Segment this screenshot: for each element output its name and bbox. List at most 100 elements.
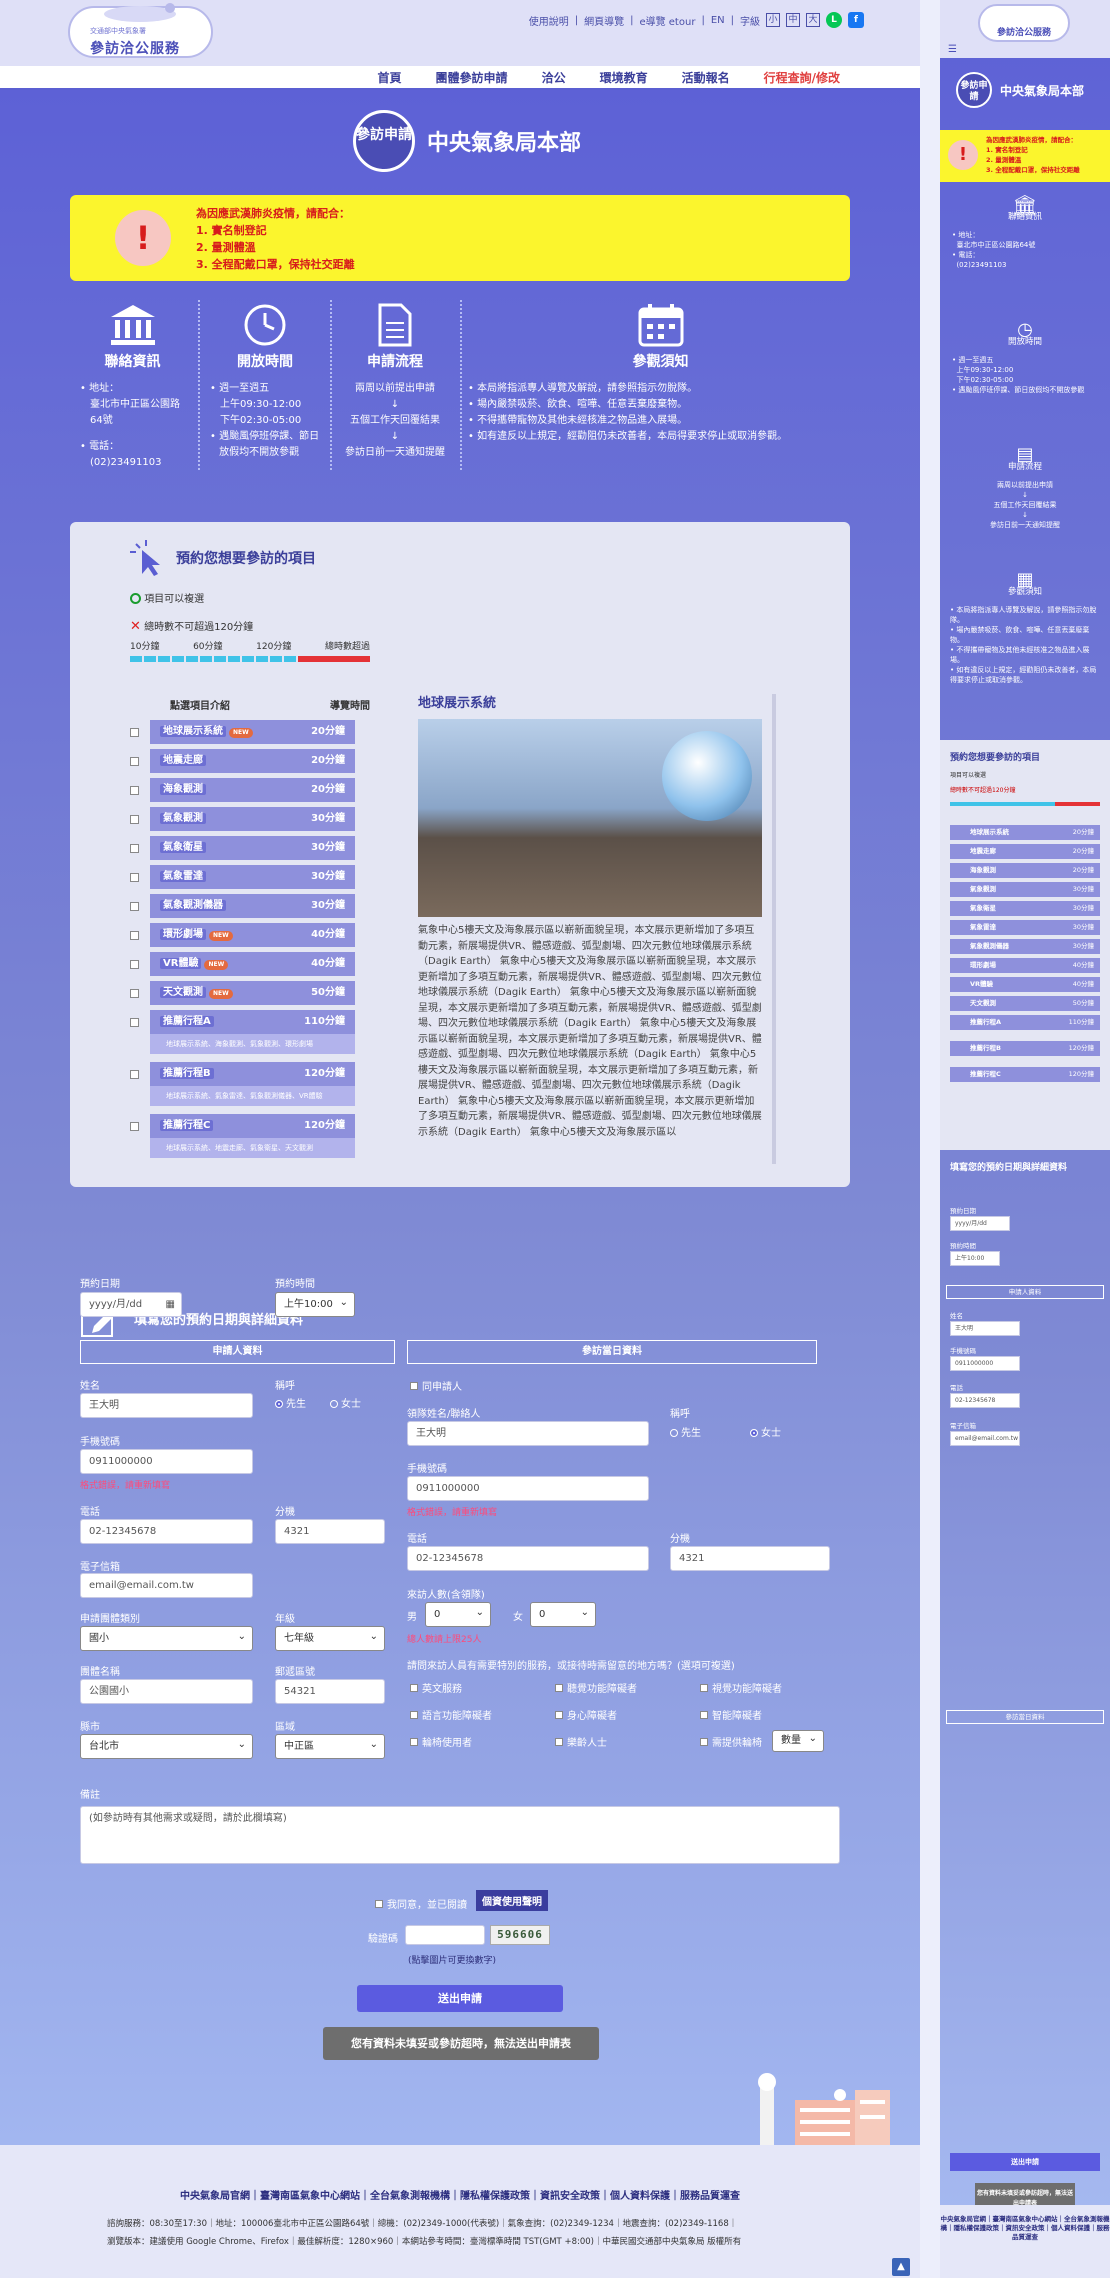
remark-textarea[interactable]: (如參訪時有其他需求或疑問，請於此欄填寫) bbox=[80, 1806, 840, 1864]
mobile-project-row[interactable]: 地震走廊 20分鐘 bbox=[950, 844, 1100, 859]
hamburger-icon[interactable]: ☰ bbox=[948, 44, 957, 55]
nav-home[interactable]: 首頁 bbox=[378, 69, 402, 86]
project-label[interactable]: 海象觀測 20分鐘 bbox=[150, 778, 355, 802]
mobile-project-row[interactable]: 海象觀測 20分鐘 bbox=[950, 863, 1100, 878]
project-checkbox[interactable] bbox=[130, 728, 139, 737]
mobile-project-row[interactable]: 天文觀測 50分鐘 bbox=[950, 996, 1100, 1011]
site-logo[interactable]: 交通部中央氣象署 參訪洽公服務 bbox=[68, 3, 213, 58]
radio-female[interactable]: 女士 bbox=[330, 1395, 361, 1410]
project-checkbox[interactable] bbox=[130, 757, 139, 766]
back-to-top-icon[interactable]: ▲ bbox=[892, 2258, 910, 2276]
project-checkbox[interactable] bbox=[130, 1018, 139, 1027]
project-label[interactable]: 氣象觀測儀器 30分鐘 bbox=[150, 894, 355, 918]
mobile-project-row[interactable]: 推薦行程C 120分鐘 bbox=[950, 1067, 1100, 1082]
city-select[interactable]: 台北市 bbox=[80, 1733, 253, 1759]
time-select[interactable]: 上午10:00 bbox=[275, 1291, 355, 1317]
project-row[interactable]: 推薦行程A 110分鐘 地球展示系統、海象觀測、氣象觀測、環形劇場 bbox=[130, 1010, 355, 1054]
footer-links[interactable]: 中央氣象局官網｜臺灣南區氣象中心網站｜全台氣象測報機構｜隱私權保護政策｜資訊安全… bbox=[0, 2187, 920, 2202]
mobile-footer[interactable]: 中央氣象局官網｜臺灣南區氣象中心網站｜全台氣象測報機構｜隱私權保護政策｜資訊安全… bbox=[940, 2205, 1110, 2278]
captcha-image[interactable]: 596606 bbox=[490, 1925, 550, 1945]
mobile-time-select[interactable]: 上午10:00 bbox=[950, 1251, 1000, 1266]
project-label[interactable]: 推薦行程A 110分鐘 bbox=[150, 1010, 355, 1034]
facebook-icon[interactable]: f bbox=[848, 12, 864, 28]
mobile-email-input[interactable]: email@email.com.tw bbox=[950, 1431, 1020, 1446]
mobile-project-row[interactable]: 地球展示系統 20分鐘 bbox=[950, 825, 1100, 840]
ext-input[interactable]: 4321 bbox=[275, 1519, 385, 1544]
special-service-checkbox[interactable]: 身心障礙者 bbox=[555, 1707, 617, 1722]
special-service-checkbox[interactable]: 語言功能障礙者 bbox=[410, 1707, 492, 1722]
mobile-project-row[interactable]: 環形劇場 40分鐘 bbox=[950, 958, 1100, 973]
submit-button[interactable]: 送出申請 bbox=[357, 1985, 563, 2012]
mobile-project-row[interactable]: VR體驗 40分鐘 bbox=[950, 977, 1100, 992]
nav-events[interactable]: 活動報名 bbox=[682, 69, 730, 86]
project-checkbox[interactable] bbox=[130, 844, 139, 853]
project-label[interactable]: 推薦行程B 120分鐘 bbox=[150, 1062, 355, 1086]
project-label[interactable]: 氣象觀測 30分鐘 bbox=[150, 807, 355, 831]
leader-mobile-input[interactable]: 0911000000 bbox=[407, 1476, 649, 1501]
mobile-date-input[interactable]: yyyy/月/dd bbox=[950, 1216, 1010, 1231]
font-large-button[interactable]: 大 bbox=[806, 13, 820, 27]
project-label[interactable]: VR體驗 NEW 40分鐘 bbox=[150, 952, 355, 976]
project-checkbox[interactable] bbox=[130, 786, 139, 795]
leader-radio-female[interactable]: 女士 bbox=[750, 1424, 781, 1439]
leader-radio-male[interactable]: 先生 bbox=[670, 1424, 701, 1439]
special-service-checkbox[interactable]: 樂齡人士 bbox=[555, 1734, 607, 1749]
font-medium-button[interactable]: 中 bbox=[786, 13, 800, 27]
project-checkbox[interactable] bbox=[130, 1070, 139, 1079]
project-label[interactable]: 地震走廊 20分鐘 bbox=[150, 749, 355, 773]
mobile-input[interactable]: 0911000000 bbox=[80, 1449, 253, 1474]
same-as-checkbox[interactable]: 同申請人 bbox=[410, 1378, 462, 1393]
project-row[interactable]: 地球展示系統 NEW 20分鐘 bbox=[130, 720, 355, 744]
toplink-en[interactable]: EN bbox=[711, 15, 725, 26]
project-row[interactable]: VR體驗 NEW 40分鐘 bbox=[130, 952, 355, 976]
mobile-project-row[interactable]: 推薦行程A 110分鐘 bbox=[950, 1015, 1100, 1030]
special-service-checkbox[interactable]: 視覺功能障礙者 bbox=[700, 1680, 782, 1695]
project-row[interactable]: 氣象觀測 30分鐘 bbox=[130, 807, 355, 831]
project-label[interactable]: 天文觀測 NEW 50分鐘 bbox=[150, 981, 355, 1005]
name-input[interactable]: 王大明 bbox=[80, 1393, 253, 1418]
captcha-input[interactable] bbox=[405, 1925, 485, 1945]
nav-group-visit[interactable]: 團體參訪申請 bbox=[436, 69, 508, 86]
male-count-select[interactable]: 0 bbox=[425, 1601, 491, 1627]
mobile-submit-button[interactable]: 送出申請 bbox=[950, 2153, 1100, 2171]
project-checkbox[interactable] bbox=[130, 989, 139, 998]
leader-input[interactable]: 王大明 bbox=[407, 1421, 649, 1446]
radio-male[interactable]: 先生 bbox=[275, 1395, 306, 1410]
project-row[interactable]: 地震走廊 20分鐘 bbox=[130, 749, 355, 773]
special-service-checkbox[interactable]: 智能障礙者 bbox=[700, 1707, 762, 1722]
project-label[interactable]: 氣象雷達 30分鐘 bbox=[150, 865, 355, 889]
district-select[interactable]: 中正區 bbox=[275, 1733, 385, 1759]
font-small-button[interactable]: 小 bbox=[766, 13, 780, 27]
project-row[interactable]: 推薦行程B 120分鐘 地球展示系統、氣象雷達、氣象觀測儀器、VR體驗 bbox=[130, 1062, 355, 1106]
leader-phone-input[interactable]: 02-12345678 bbox=[407, 1546, 649, 1571]
nav-env-edu[interactable]: 環境教育 bbox=[600, 69, 648, 86]
female-count-select[interactable]: 0 bbox=[530, 1601, 596, 1627]
project-row[interactable]: 海象觀測 20分鐘 bbox=[130, 778, 355, 802]
nav-business[interactable]: 洽公 bbox=[542, 69, 566, 86]
project-row[interactable]: 氣象觀測儀器 30分鐘 bbox=[130, 894, 355, 918]
org-name-input[interactable]: 公園國小 bbox=[80, 1679, 253, 1704]
privacy-link[interactable]: 個資使用聲明 bbox=[476, 1890, 548, 1911]
toplink-sitemap[interactable]: 網頁導覽 bbox=[584, 13, 624, 28]
project-row[interactable]: 天文觀測 NEW 50分鐘 bbox=[130, 981, 355, 1005]
mobile-project-row[interactable]: 氣象觀測 30分鐘 bbox=[950, 882, 1100, 897]
project-row[interactable]: 氣象雷達 30分鐘 bbox=[130, 865, 355, 889]
mobile-logo[interactable]: 參訪洽公服務 bbox=[978, 4, 1070, 42]
special-service-checkbox[interactable]: 輪椅使用者 bbox=[410, 1734, 472, 1749]
mobile-mobile-input[interactable]: 0911000000 bbox=[950, 1356, 1020, 1371]
project-checkbox[interactable] bbox=[130, 815, 139, 824]
project-row[interactable]: 環形劇場 NEW 40分鐘 bbox=[130, 923, 355, 947]
toplink-etour[interactable]: e導覽 etour bbox=[639, 13, 695, 28]
agree-checkbox[interactable]: 我同意，並已閱讀 bbox=[375, 1896, 467, 1911]
toplink-guide[interactable]: 使用說明 bbox=[529, 13, 569, 28]
date-input[interactable]: yyyy/月/dd ▦ bbox=[80, 1292, 182, 1317]
project-row[interactable]: 氣象衛星 30分鐘 bbox=[130, 836, 355, 860]
mobile-project-row[interactable]: 推薦行程B 120分鐘 bbox=[950, 1041, 1100, 1056]
special-service-checkbox[interactable]: 聽覺功能障礙者 bbox=[555, 1680, 637, 1695]
project-label[interactable]: 氣象衛星 30分鐘 bbox=[150, 836, 355, 860]
mobile-project-row[interactable]: 氣象衛星 30分鐘 bbox=[950, 901, 1100, 916]
preview-scrollbar[interactable] bbox=[772, 694, 776, 1164]
zip-input[interactable]: 54321 bbox=[275, 1679, 385, 1704]
project-checkbox[interactable] bbox=[130, 902, 139, 911]
project-label[interactable]: 推薦行程C 120分鐘 bbox=[150, 1114, 355, 1138]
